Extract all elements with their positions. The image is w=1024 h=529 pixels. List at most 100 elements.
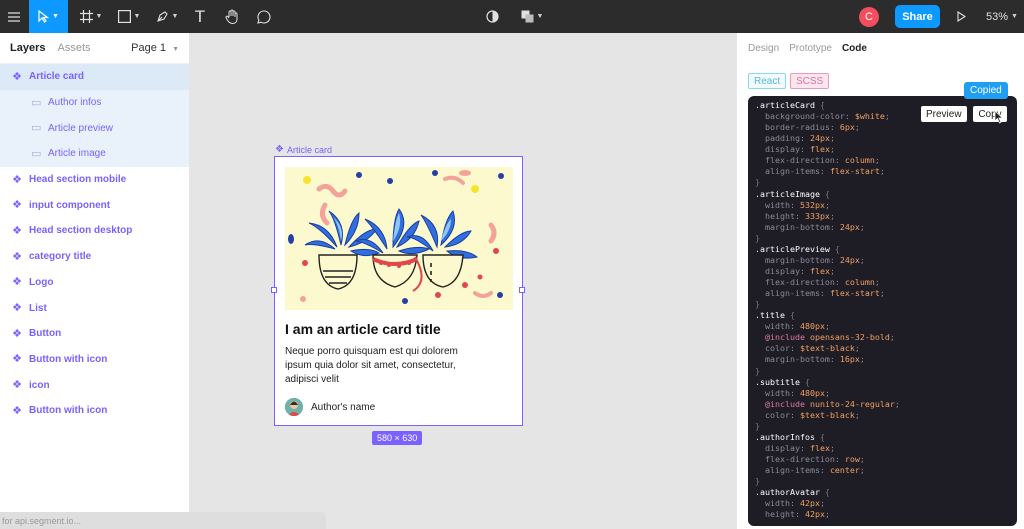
code-token: .title <box>755 310 785 321</box>
code-line: margin-bottom: 16px; <box>755 354 900 365</box>
present-button[interactable] <box>952 0 970 33</box>
code-line: @include nunito-24-regular; <box>755 399 900 410</box>
code-token: { <box>829 243 840 254</box>
layer-item[interactable]: ❖ Button <box>0 321 189 347</box>
page-name: Page 1 <box>131 42 166 54</box>
tab-prototype[interactable]: Prototype <box>789 43 832 54</box>
code-line: flex-direction: column; <box>755 277 900 288</box>
code-line: } <box>755 476 900 487</box>
frame-layer-icon: ▭ <box>31 147 42 160</box>
resize-handle-right[interactable] <box>519 287 525 293</box>
layer-item[interactable]: ❖ icon <box>0 372 189 398</box>
article-card-frame[interactable]: I am an article card title Neque porro q… <box>271 156 525 426</box>
code-token: flex <box>809 265 830 276</box>
scss-toggle[interactable]: SCSS <box>790 73 830 89</box>
share-button[interactable]: Share <box>895 5 940 28</box>
layer-label: List <box>29 302 47 314</box>
layer-item[interactable]: ▭ Author infos <box>0 89 189 116</box>
frame-label[interactable]: ❖ Article card <box>275 144 332 155</box>
text-tool-button[interactable]: T <box>188 0 212 33</box>
layers-panel: Layers Assets Page 1 ▼ ❖ Article card ▭ Aut… <box>0 33 190 529</box>
main-menu-button[interactable] <box>0 0 28 33</box>
code-token: .articleCard <box>755 100 815 110</box>
layer-label: Article card <box>29 71 85 83</box>
code-token: width: <box>755 199 800 210</box>
layer-label: category title <box>29 251 92 263</box>
layer-item[interactable]: ❖ Head section desktop <box>0 218 189 244</box>
component-icon: ❖ <box>275 144 284 155</box>
code-token: flex <box>809 442 830 453</box>
layer-item[interactable]: ▭ Article image <box>0 141 189 167</box>
chevron-down-icon: ▼ <box>1011 13 1018 20</box>
code-token: height: <box>755 210 805 221</box>
code-token: background-color: <box>755 111 855 122</box>
code-line: .authorAvatar { <box>755 487 900 498</box>
code-token: flex-start <box>829 166 880 177</box>
code-token: 24px <box>809 133 830 144</box>
code-token: $text-black <box>799 343 855 354</box>
author-infos[interactable]: Author's name <box>285 398 375 416</box>
code-token: color: <box>755 343 800 354</box>
code-token: ; <box>859 354 865 365</box>
code-token: { <box>819 188 830 199</box>
card-subtitle[interactable]: Neque porro quisquam est qui dolorem ips… <box>285 345 475 387</box>
layer-item[interactable]: ❖ Logo <box>0 270 189 296</box>
user-avatar[interactable]: C <box>859 7 879 27</box>
layer-item[interactable]: ▭ Article preview <box>0 115 189 142</box>
code-token: nunito-24-regular <box>809 398 895 409</box>
react-toggle[interactable]: React <box>748 73 787 89</box>
code-token: align-items: <box>755 465 830 476</box>
layer-item[interactable]: ❖ Article card <box>0 64 189 90</box>
preview-button[interactable]: Preview <box>921 106 967 122</box>
tab-code[interactable]: Code <box>842 43 867 54</box>
pen-tool-button[interactable]: ▼ <box>152 0 182 33</box>
layer-item[interactable]: ❖ Button with icon <box>0 347 189 373</box>
layer-label: Head section desktop <box>29 225 133 237</box>
right-panel-tabs: Design Prototype Code <box>737 33 1024 64</box>
code-token: .articlePreview <box>755 243 830 254</box>
code-token: { <box>814 431 825 442</box>
component-icon: ❖ <box>12 327 22 340</box>
code-line: } <box>755 177 900 188</box>
tab-design[interactable]: Design <box>748 43 779 54</box>
code-token: 24px <box>839 254 860 265</box>
mouse-pointer-icon <box>994 110 1004 124</box>
mask-button[interactable] <box>482 0 502 33</box>
layer-item[interactable]: ❖ Head section mobile <box>0 167 189 193</box>
code-token: column <box>844 277 875 287</box>
frame-label-text: Article card <box>286 144 332 155</box>
code-token: margin-bottom: <box>755 254 840 265</box>
comment-tool-button[interactable] <box>252 0 276 33</box>
layer-item[interactable]: ❖ input component <box>0 192 189 218</box>
resize-handle-left[interactable] <box>271 287 277 293</box>
code-token: .articleImage <box>755 188 820 199</box>
layer-item[interactable]: ❖ Button with icon <box>0 398 189 424</box>
code-token: } <box>755 476 760 487</box>
layer-item[interactable]: ❖ category title <box>0 244 189 270</box>
code-token: display: <box>755 144 810 155</box>
code-panel: .articleCard { background-color: $white;… <box>748 96 1017 526</box>
tab-layers[interactable]: Layers <box>10 42 45 54</box>
code-token: { <box>799 376 810 387</box>
code-token: ; <box>894 398 900 409</box>
component-icon: ❖ <box>12 250 22 263</box>
code-token: align-items: <box>755 166 830 177</box>
move-tool-button[interactable]: ▼ <box>29 0 68 33</box>
code-token: ; <box>824 509 830 520</box>
page-dropdown[interactable]: Page 1 ▼ <box>131 42 179 54</box>
article-image[interactable] <box>285 167 513 310</box>
boolean-operations-button[interactable]: ▼ <box>516 0 548 33</box>
code-token: ; <box>829 265 835 276</box>
zoom-dropdown[interactable]: 53% ▼ <box>983 0 1021 33</box>
code-token: .subtitle <box>755 376 800 387</box>
hand-tool-button[interactable] <box>220 0 244 33</box>
layer-item[interactable]: ❖ List <box>0 295 189 321</box>
shape-tool-button[interactable]: ▼ <box>114 0 144 33</box>
code-token: 532px <box>799 199 825 210</box>
frame-hash-icon <box>79 10 93 23</box>
frame-tool-button[interactable]: ▼ <box>76 0 106 33</box>
tab-assets[interactable]: Assets <box>57 42 90 54</box>
code-token: flex <box>809 144 830 155</box>
code-token: display: <box>755 265 810 276</box>
card-title[interactable]: I am an article card title <box>285 321 441 337</box>
